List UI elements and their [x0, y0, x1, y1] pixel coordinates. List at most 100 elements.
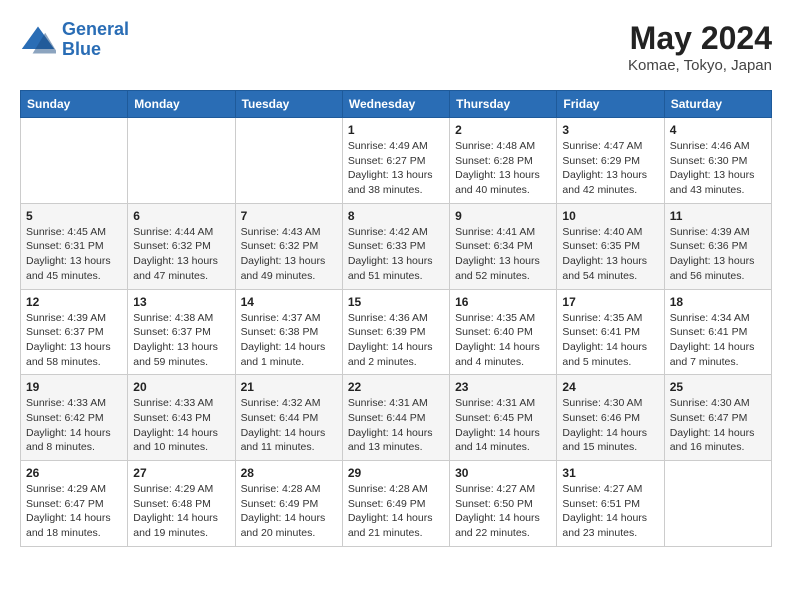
- calendar-cell: 25 Sunrise: 4:30 AM Sunset: 6:47 PM Dayli…: [664, 375, 771, 461]
- day-info: Sunrise: 4:39 AM Sunset: 6:36 PM Dayligh…: [670, 225, 766, 284]
- day-number: 18: [670, 295, 766, 309]
- day-number: 24: [562, 380, 658, 394]
- day-info: Sunrise: 4:33 AM Sunset: 6:42 PM Dayligh…: [26, 396, 122, 455]
- calendar-cell: 24 Sunrise: 4:30 AM Sunset: 6:46 PM Dayli…: [557, 375, 664, 461]
- weekday-header-wednesday: Wednesday: [342, 91, 449, 118]
- weekday-header-row: SundayMondayTuesdayWednesdayThursdayFrid…: [21, 91, 772, 118]
- weekday-header-sunday: Sunday: [21, 91, 128, 118]
- calendar-cell: 20Sunrise: 4:33 AM Sunset: 6:43 PM Dayli…: [128, 375, 235, 461]
- day-number: 25: [670, 380, 766, 394]
- day-info: Sunrise: 4:30 AM Sunset: 6:46 PM Dayligh…: [562, 396, 658, 455]
- logo: General Blue: [20, 20, 129, 60]
- logo-line2: Blue: [62, 39, 101, 59]
- day-info: Sunrise: 4:46 AM Sunset: 6:30 PM Dayligh…: [670, 139, 766, 198]
- day-number: 15: [348, 295, 444, 309]
- day-number: 16: [455, 295, 551, 309]
- calendar-cell: 1 Sunrise: 4:49 AM Sunset: 6:27 PM Daylig…: [342, 118, 449, 204]
- calendar-cell: 31 Sunrise: 4:27 AM Sunset: 6:51 PM Dayli…: [557, 461, 664, 547]
- calendar-header: SundayMondayTuesdayWednesdayThursdayFrid…: [21, 91, 772, 118]
- day-number: 9: [455, 209, 551, 223]
- calendar-cell: [128, 118, 235, 204]
- day-info: Sunrise: 4:40 AM Sunset: 6:35 PM Dayligh…: [562, 225, 658, 284]
- calendar-cell: [664, 461, 771, 547]
- day-info: Sunrise: 4:42 AM Sunset: 6:33 PM Dayligh…: [348, 225, 444, 284]
- day-info: Sunrise: 4:27 AM Sunset: 6:51 PM Dayligh…: [562, 482, 658, 541]
- calendar-cell: 13Sunrise: 4:38 AM Sunset: 6:37 PM Dayli…: [128, 289, 235, 375]
- logo-line1: General: [62, 19, 129, 39]
- weekday-header-thursday: Thursday: [450, 91, 557, 118]
- calendar-cell: 2 Sunrise: 4:48 AM Sunset: 6:28 PM Daylig…: [450, 118, 557, 204]
- calendar-cell: 29 Sunrise: 4:28 AM Sunset: 6:49 PM Dayli…: [342, 461, 449, 547]
- main-title: May 2024: [628, 20, 772, 57]
- calendar-cell: 28Sunrise: 4:28 AM Sunset: 6:49 PM Dayli…: [235, 461, 342, 547]
- day-info: Sunrise: 4:30 AM Sunset: 6:47 PM Dayligh…: [670, 396, 766, 455]
- day-number: 22: [348, 380, 444, 394]
- calendar-cell: 17 Sunrise: 4:35 AM Sunset: 6:41 PM Dayli…: [557, 289, 664, 375]
- calendar-body: 1 Sunrise: 4:49 AM Sunset: 6:27 PM Daylig…: [21, 118, 772, 547]
- day-number: 7: [241, 209, 337, 223]
- day-number: 26: [26, 466, 122, 480]
- day-info: Sunrise: 4:44 AM Sunset: 6:32 PM Dayligh…: [133, 225, 229, 284]
- day-info: Sunrise: 4:33 AM Sunset: 6:43 PM Dayligh…: [133, 396, 229, 455]
- day-info: Sunrise: 4:35 AM Sunset: 6:41 PM Dayligh…: [562, 311, 658, 370]
- calendar-cell: 11 Sunrise: 4:39 AM Sunset: 6:36 PM Dayli…: [664, 203, 771, 289]
- calendar-week-2: 5Sunrise: 4:45 AM Sunset: 6:31 PM Daylig…: [21, 203, 772, 289]
- day-info: Sunrise: 4:48 AM Sunset: 6:28 PM Dayligh…: [455, 139, 551, 198]
- calendar-cell: 18 Sunrise: 4:34 AM Sunset: 6:41 PM Dayli…: [664, 289, 771, 375]
- day-number: 30: [455, 466, 551, 480]
- calendar-cell: 10 Sunrise: 4:40 AM Sunset: 6:35 PM Dayli…: [557, 203, 664, 289]
- calendar-cell: 8 Sunrise: 4:42 AM Sunset: 6:33 PM Daylig…: [342, 203, 449, 289]
- day-info: Sunrise: 4:31 AM Sunset: 6:45 PM Dayligh…: [455, 396, 551, 455]
- day-number: 11: [670, 209, 766, 223]
- calendar-week-1: 1 Sunrise: 4:49 AM Sunset: 6:27 PM Daylig…: [21, 118, 772, 204]
- day-number: 3: [562, 123, 658, 137]
- day-number: 27: [133, 466, 229, 480]
- day-info: Sunrise: 4:37 AM Sunset: 6:38 PM Dayligh…: [241, 311, 337, 370]
- day-info: Sunrise: 4:29 AM Sunset: 6:47 PM Dayligh…: [26, 482, 122, 541]
- page-header: General Blue May 2024 Komae, Tokyo, Japa…: [20, 20, 772, 74]
- day-info: Sunrise: 4:34 AM Sunset: 6:41 PM Dayligh…: [670, 311, 766, 370]
- day-number: 29: [348, 466, 444, 480]
- day-number: 14: [241, 295, 337, 309]
- calendar-cell: 16Sunrise: 4:35 AM Sunset: 6:40 PM Dayli…: [450, 289, 557, 375]
- day-number: 28: [241, 466, 337, 480]
- calendar-week-5: 26 Sunrise: 4:29 AM Sunset: 6:47 PM Dayli…: [21, 461, 772, 547]
- calendar-cell: 22 Sunrise: 4:31 AM Sunset: 6:44 PM Dayli…: [342, 375, 449, 461]
- calendar-cell: [235, 118, 342, 204]
- day-info: Sunrise: 4:29 AM Sunset: 6:48 PM Dayligh…: [133, 482, 229, 541]
- weekday-header-monday: Monday: [128, 91, 235, 118]
- title-block: May 2024 Komae, Tokyo, Japan: [628, 20, 772, 74]
- day-info: Sunrise: 4:49 AM Sunset: 6:27 PM Dayligh…: [348, 139, 444, 198]
- calendar-cell: 14 Sunrise: 4:37 AM Sunset: 6:38 PM Dayli…: [235, 289, 342, 375]
- calendar-cell: 27 Sunrise: 4:29 AM Sunset: 6:48 PM Dayli…: [128, 461, 235, 547]
- day-number: 10: [562, 209, 658, 223]
- day-number: 12: [26, 295, 122, 309]
- day-number: 4: [670, 123, 766, 137]
- day-number: 1: [348, 123, 444, 137]
- weekday-header-saturday: Saturday: [664, 91, 771, 118]
- day-number: 21: [241, 380, 337, 394]
- logo-icon: [20, 22, 56, 58]
- day-info: Sunrise: 4:31 AM Sunset: 6:44 PM Dayligh…: [348, 396, 444, 455]
- calendar-cell: 19Sunrise: 4:33 AM Sunset: 6:42 PM Dayli…: [21, 375, 128, 461]
- calendar-week-3: 12 Sunrise: 4:39 AM Sunset: 6:37 PM Dayli…: [21, 289, 772, 375]
- day-info: Sunrise: 4:43 AM Sunset: 6:32 PM Dayligh…: [241, 225, 337, 284]
- calendar-cell: 26 Sunrise: 4:29 AM Sunset: 6:47 PM Dayli…: [21, 461, 128, 547]
- day-number: 8: [348, 209, 444, 223]
- calendar-cell: 15Sunrise: 4:36 AM Sunset: 6:39 PM Dayli…: [342, 289, 449, 375]
- calendar-table: SundayMondayTuesdayWednesdayThursdayFrid…: [20, 90, 772, 547]
- day-number: 2: [455, 123, 551, 137]
- day-number: 6: [133, 209, 229, 223]
- calendar-cell: 23Sunrise: 4:31 AM Sunset: 6:45 PM Dayli…: [450, 375, 557, 461]
- subtitle: Komae, Tokyo, Japan: [628, 57, 772, 74]
- day-number: 17: [562, 295, 658, 309]
- day-number: 31: [562, 466, 658, 480]
- day-info: Sunrise: 4:28 AM Sunset: 6:49 PM Dayligh…: [348, 482, 444, 541]
- day-info: Sunrise: 4:41 AM Sunset: 6:34 PM Dayligh…: [455, 225, 551, 284]
- day-number: 5: [26, 209, 122, 223]
- weekday-header-friday: Friday: [557, 91, 664, 118]
- calendar-week-4: 19Sunrise: 4:33 AM Sunset: 6:42 PM Dayli…: [21, 375, 772, 461]
- day-info: Sunrise: 4:39 AM Sunset: 6:37 PM Dayligh…: [26, 311, 122, 370]
- logo-text: General Blue: [62, 20, 129, 60]
- day-info: Sunrise: 4:47 AM Sunset: 6:29 PM Dayligh…: [562, 139, 658, 198]
